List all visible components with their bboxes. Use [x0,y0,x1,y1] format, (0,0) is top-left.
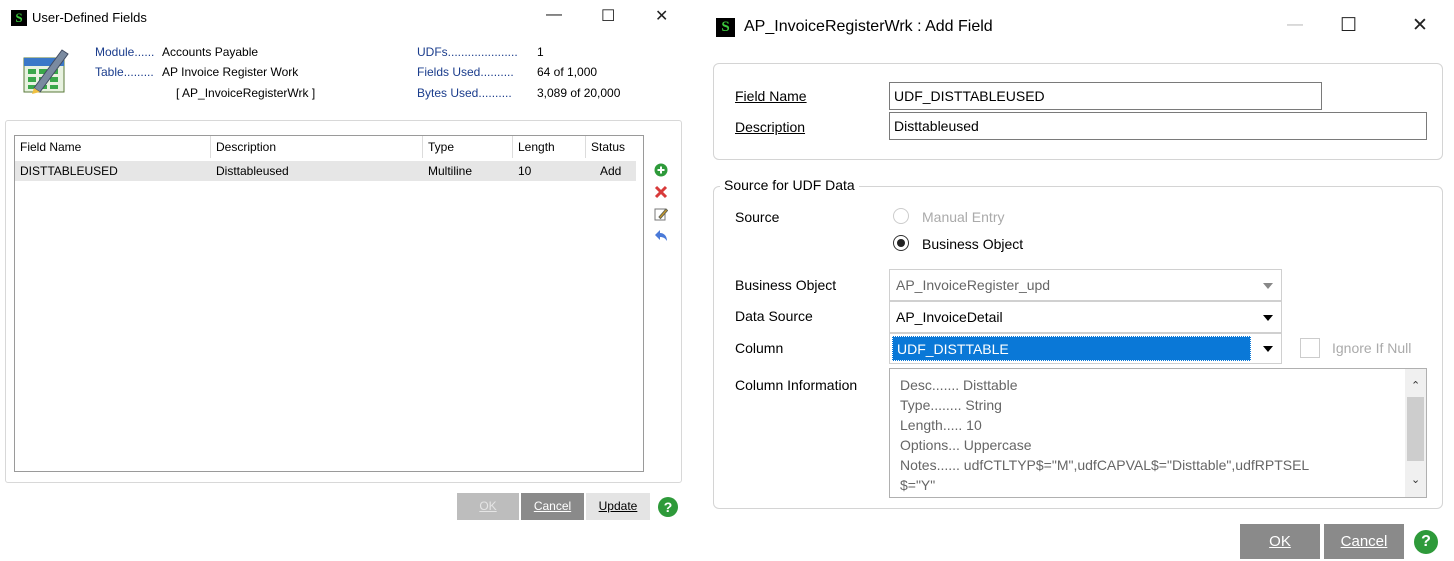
bytes-used-label: Bytes Used.......... [417,86,512,100]
help-icon[interactable]: ? [658,497,678,517]
chevron-down-icon [1263,346,1273,352]
column-info-text: Desc....... Disttable Type........ Strin… [900,375,1400,495]
fields-used-label: Fields Used.......... [417,65,514,79]
data-source-label: Data Source [735,308,813,324]
info-scrollbar[interactable]: ⌃ ⌄ [1405,369,1426,497]
update-button[interactable]: Update [586,493,650,520]
minimize-button[interactable]: — [546,6,562,24]
window-title: User-Defined Fields [32,10,147,25]
chevron-down-icon [1263,283,1273,289]
module-value: Accounts Payable [162,45,259,59]
column-info-desc: Desc....... Disttable [900,377,1018,393]
close-button[interactable]: ✕ [655,6,668,26]
data-source-dropdown[interactable]: AP_InvoiceDetail [889,301,1282,333]
close-button[interactable]: ✕ [1412,14,1428,37]
maximize-button[interactable]: ☐ [1340,14,1357,37]
module-label: Module...... [95,45,155,59]
column-info-length: Length..... 10 [900,417,982,433]
cancel-button[interactable]: Cancel [521,493,584,520]
add-row-icon[interactable] [654,163,668,177]
bytes-used-value: 3,089 of 20,000 [537,86,621,100]
business-object-dropdown[interactable]: AP_InvoiceRegister_upd [889,269,1282,301]
scroll-down-icon[interactable]: ⌄ [1411,473,1420,486]
column-label: Column [735,340,784,356]
ignore-if-null-checkbox[interactable] [1300,338,1320,358]
grid-header: Field Name Description Type Length Statu… [15,136,643,158]
maximize-button[interactable]: ☐ [601,6,615,26]
scroll-thumb[interactable] [1407,397,1424,461]
udfs-label: UDFs..................... [417,45,518,59]
udf-module-icon [20,44,72,96]
table-code: [ AP_InvoiceRegisterWrk ] [176,86,316,100]
cell-length: 10 [518,164,532,178]
column-header-description[interactable]: Description [211,136,423,158]
table-label: Table......... [95,65,154,79]
add-field-window: S AP_InvoiceRegisterWrk : Add Field — ☐ … [700,0,1454,561]
table-value: AP Invoice Register Work [162,65,299,79]
cell-status: Add [600,164,622,178]
column-info-type: Type........ String [900,397,1002,413]
fields-used-value: 64 of 1,000 [537,65,598,79]
app-logo-icon: S [716,18,735,37]
table-row[interactable]: DISTTABLEUSED Disttableused Multiline 10… [15,161,636,181]
delete-row-icon[interactable] [654,185,668,199]
window-title: AP_InvoiceRegisterWrk : Add Field [744,18,993,35]
business-object-label: Business Object [735,277,837,293]
column-info-options: Options... Uppercase [900,437,1032,453]
description-label: Description [735,119,806,135]
minimize-button[interactable]: — [1287,16,1303,34]
column-header-type[interactable]: Type [423,136,513,158]
edit-row-icon[interactable] [654,207,669,221]
column-info-notes-cont: $="Y" [900,477,936,493]
cell-field-name: DISTTABLEUSED [20,164,118,178]
chevron-down-icon [1263,315,1273,321]
business-object-option-label: Business Object [922,236,1024,252]
field-name-input[interactable]: UDF_DISTTABLEUSED [889,82,1322,110]
udf-window: S User-Defined Fields — ☐ ✕ Module......… [0,0,690,561]
column-info-notes: Notes...... udfCTLTYP$="M",udfCAPVAL$="D… [900,457,1310,473]
cell-type: Multiline [428,164,473,178]
manual-entry-radio[interactable] [893,208,909,224]
column-selected-value: UDF_DISTTABLE [892,336,1251,361]
column-information-label: Column Information [735,377,858,393]
column-information-box[interactable]: Desc....... Disttable Type........ Strin… [889,368,1427,498]
udfs-value: 1 [537,45,544,59]
udf-grid[interactable]: Field Name Description Type Length Statu… [14,135,644,472]
column-dropdown[interactable]: UDF_DISTTABLE [889,333,1282,364]
description-input[interactable]: Disttableused [889,112,1427,140]
help-icon[interactable]: ? [1414,530,1438,554]
app-logo-icon: S [11,10,27,26]
undo-icon[interactable] [654,229,668,243]
field-name-label: Field Name [735,88,807,104]
column-header-length[interactable]: Length [513,136,586,158]
business-object-radio[interactable] [893,235,909,251]
scroll-up-icon[interactable]: ⌃ [1411,379,1420,392]
manual-entry-label: Manual Entry [922,209,1005,225]
column-header-status[interactable]: Status [586,136,636,158]
source-label: Source [735,209,780,225]
ok-button[interactable]: OK [1240,524,1320,559]
ok-button[interactable]: OK [457,493,519,520]
cell-description: Disttableused [216,164,289,178]
cancel-button[interactable]: Cancel [1324,524,1404,559]
column-header-field-name[interactable]: Field Name [15,136,211,158]
ignore-if-null-label: Ignore If Null [1332,340,1412,356]
source-group-title: Source for UDF Data [720,177,859,193]
